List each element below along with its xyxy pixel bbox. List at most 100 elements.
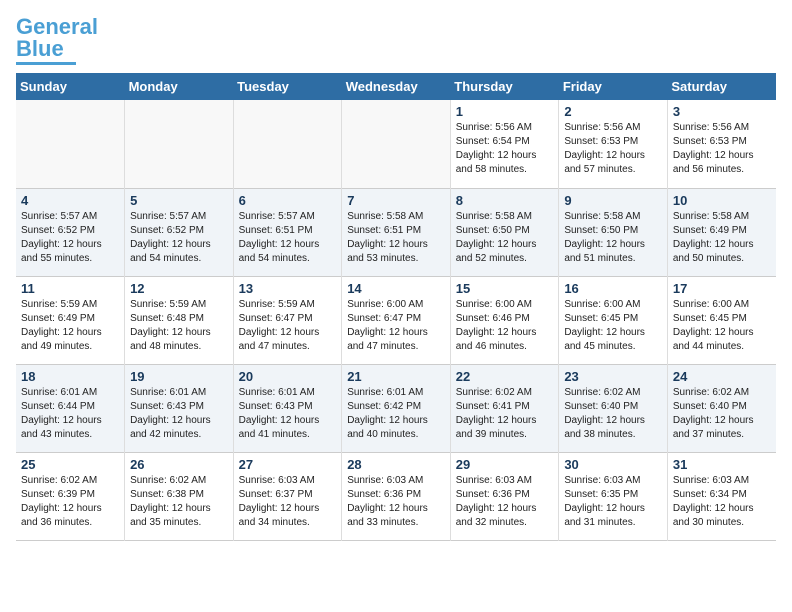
day-number: 19 [130,369,228,384]
calendar-cell: 22 Sunrise: 6:02 AM Sunset: 6:41 PM Dayli… [450,364,559,452]
calendar-cell: 7 Sunrise: 5:58 AM Sunset: 6:51 PM Daylig… [342,188,451,276]
cell-content: Sunrise: 6:01 AM Sunset: 6:44 PM Dayligh… [21,386,119,442]
calendar-cell [342,100,451,188]
weekday-header-row: SundayMondayTuesdayWednesdayThursdayFrid… [16,73,776,100]
cell-content: Sunrise: 5:59 AM Sunset: 6:47 PM Dayligh… [239,298,337,354]
calendar-cell: 4 Sunrise: 5:57 AM Sunset: 6:52 PM Daylig… [16,188,125,276]
calendar-cell: 15 Sunrise: 6:00 AM Sunset: 6:46 PM Dayli… [450,276,559,364]
cell-content: Sunrise: 6:02 AM Sunset: 6:40 PM Dayligh… [564,386,662,442]
calendar-cell: 19 Sunrise: 6:01 AM Sunset: 6:43 PM Dayli… [125,364,234,452]
day-number: 30 [564,457,662,472]
calendar-cell: 21Sunrise: 6:01 AM Sunset: 6:42 PM Dayli… [342,364,451,452]
calendar-cell: 13 Sunrise: 5:59 AM Sunset: 6:47 PM Dayli… [233,276,342,364]
cell-content: Sunrise: 5:56 AM Sunset: 6:53 PM Dayligh… [564,121,662,177]
calendar-cell: 31 Sunrise: 6:03 AM Sunset: 6:34 PM Dayli… [667,452,776,540]
day-number: 6 [239,193,337,208]
calendar-cell [125,100,234,188]
week-row-5: 25 Sunrise: 6:02 AM Sunset: 6:39 PM Dayli… [16,452,776,540]
calendar-cell: 20Sunrise: 6:01 AM Sunset: 6:43 PM Dayli… [233,364,342,452]
day-number: 17 [673,281,771,296]
weekday-header-friday: Friday [559,73,668,100]
cell-content: Sunrise: 5:59 AM Sunset: 6:49 PM Dayligh… [21,298,119,354]
day-number: 29 [456,457,554,472]
weekday-header-thursday: Thursday [450,73,559,100]
cell-content: Sunrise: 6:00 AM Sunset: 6:46 PM Dayligh… [456,298,554,354]
logo: General Blue [16,16,98,65]
cell-content: Sunrise: 5:57 AM Sunset: 6:52 PM Dayligh… [21,210,119,266]
day-number: 11 [21,281,119,296]
cell-content: Sunrise: 6:02 AM Sunset: 6:38 PM Dayligh… [130,474,228,530]
weekday-header-sunday: Sunday [16,73,125,100]
weekday-header-saturday: Saturday [667,73,776,100]
calendar-cell: 28Sunrise: 6:03 AM Sunset: 6:36 PM Dayli… [342,452,451,540]
cell-content: Sunrise: 5:56 AM Sunset: 6:54 PM Dayligh… [456,121,554,177]
cell-content: Sunrise: 6:02 AM Sunset: 6:39 PM Dayligh… [21,474,119,530]
day-number: 24 [673,369,771,384]
cell-content: Sunrise: 6:03 AM Sunset: 6:36 PM Dayligh… [347,474,445,530]
calendar-cell: 23 Sunrise: 6:02 AM Sunset: 6:40 PM Dayli… [559,364,668,452]
calendar-cell [16,100,125,188]
week-row-4: 18 Sunrise: 6:01 AM Sunset: 6:44 PM Dayli… [16,364,776,452]
week-row-3: 11 Sunrise: 5:59 AM Sunset: 6:49 PM Dayli… [16,276,776,364]
day-number: 15 [456,281,554,296]
calendar-cell: 11 Sunrise: 5:59 AM Sunset: 6:49 PM Dayli… [16,276,125,364]
day-number: 25 [21,457,119,472]
cell-content: Sunrise: 6:03 AM Sunset: 6:34 PM Dayligh… [673,474,771,530]
cell-content: Sunrise: 5:59 AM Sunset: 6:48 PM Dayligh… [130,298,228,354]
calendar-cell: 18 Sunrise: 6:01 AM Sunset: 6:44 PM Dayli… [16,364,125,452]
day-number: 4 [21,193,119,208]
day-number: 9 [564,193,662,208]
day-number: 7 [347,193,445,208]
logo-divider [16,62,76,65]
cell-content: Sunrise: 6:01 AM Sunset: 6:43 PM Dayligh… [130,386,228,442]
week-row-1: 1 Sunrise: 5:56 AM Sunset: 6:54 PM Daylig… [16,100,776,188]
day-number: 2 [564,104,662,119]
day-number: 13 [239,281,337,296]
logo-blue: Blue [16,36,64,61]
calendar-cell: 14Sunrise: 6:00 AM Sunset: 6:47 PM Dayli… [342,276,451,364]
day-number: 8 [456,193,554,208]
day-number: 18 [21,369,119,384]
day-number: 5 [130,193,228,208]
calendar-cell: 9 Sunrise: 5:58 AM Sunset: 6:50 PM Daylig… [559,188,668,276]
calendar-cell: 25 Sunrise: 6:02 AM Sunset: 6:39 PM Dayli… [16,452,125,540]
cell-content: Sunrise: 6:03 AM Sunset: 6:37 PM Dayligh… [239,474,337,530]
page-header: General Blue [16,16,776,65]
calendar-cell: 27Sunrise: 6:03 AM Sunset: 6:37 PM Dayli… [233,452,342,540]
cell-content: Sunrise: 5:58 AM Sunset: 6:49 PM Dayligh… [673,210,771,266]
cell-content: Sunrise: 5:57 AM Sunset: 6:51 PM Dayligh… [239,210,337,266]
day-number: 3 [673,104,771,119]
cell-content: Sunrise: 5:58 AM Sunset: 6:50 PM Dayligh… [456,210,554,266]
cell-content: Sunrise: 6:00 AM Sunset: 6:45 PM Dayligh… [564,298,662,354]
day-number: 23 [564,369,662,384]
day-number: 21 [347,369,445,384]
cell-content: Sunrise: 5:57 AM Sunset: 6:52 PM Dayligh… [130,210,228,266]
calendar-cell: 8 Sunrise: 5:58 AM Sunset: 6:50 PM Daylig… [450,188,559,276]
calendar-cell [233,100,342,188]
day-number: 26 [130,457,228,472]
week-row-2: 4 Sunrise: 5:57 AM Sunset: 6:52 PM Daylig… [16,188,776,276]
calendar-cell: 5 Sunrise: 5:57 AM Sunset: 6:52 PM Daylig… [125,188,234,276]
calendar-cell: 3Sunrise: 5:56 AM Sunset: 6:53 PM Daylig… [667,100,776,188]
day-number: 16 [564,281,662,296]
calendar-cell: 26 Sunrise: 6:02 AM Sunset: 6:38 PM Dayli… [125,452,234,540]
day-number: 22 [456,369,554,384]
calendar-cell: 6 Sunrise: 5:57 AM Sunset: 6:51 PM Daylig… [233,188,342,276]
day-number: 20 [239,369,337,384]
cell-content: Sunrise: 5:58 AM Sunset: 6:50 PM Dayligh… [564,210,662,266]
day-number: 31 [673,457,771,472]
day-number: 1 [456,104,554,119]
weekday-header-tuesday: Tuesday [233,73,342,100]
calendar-cell: 30 Sunrise: 6:03 AM Sunset: 6:35 PM Dayli… [559,452,668,540]
calendar-table: SundayMondayTuesdayWednesdayThursdayFrid… [16,73,776,541]
calendar-cell: 16 Sunrise: 6:00 AM Sunset: 6:45 PM Dayli… [559,276,668,364]
cell-content: Sunrise: 5:58 AM Sunset: 6:51 PM Dayligh… [347,210,445,266]
day-number: 10 [673,193,771,208]
cell-content: Sunrise: 6:03 AM Sunset: 6:35 PM Dayligh… [564,474,662,530]
calendar-cell: 10 Sunrise: 5:58 AM Sunset: 6:49 PM Dayli… [667,188,776,276]
cell-content: Sunrise: 6:02 AM Sunset: 6:41 PM Dayligh… [456,386,554,442]
calendar-cell: 17Sunrise: 6:00 AM Sunset: 6:45 PM Dayli… [667,276,776,364]
day-number: 12 [130,281,228,296]
calendar-cell: 1 Sunrise: 5:56 AM Sunset: 6:54 PM Daylig… [450,100,559,188]
weekday-header-wednesday: Wednesday [342,73,451,100]
